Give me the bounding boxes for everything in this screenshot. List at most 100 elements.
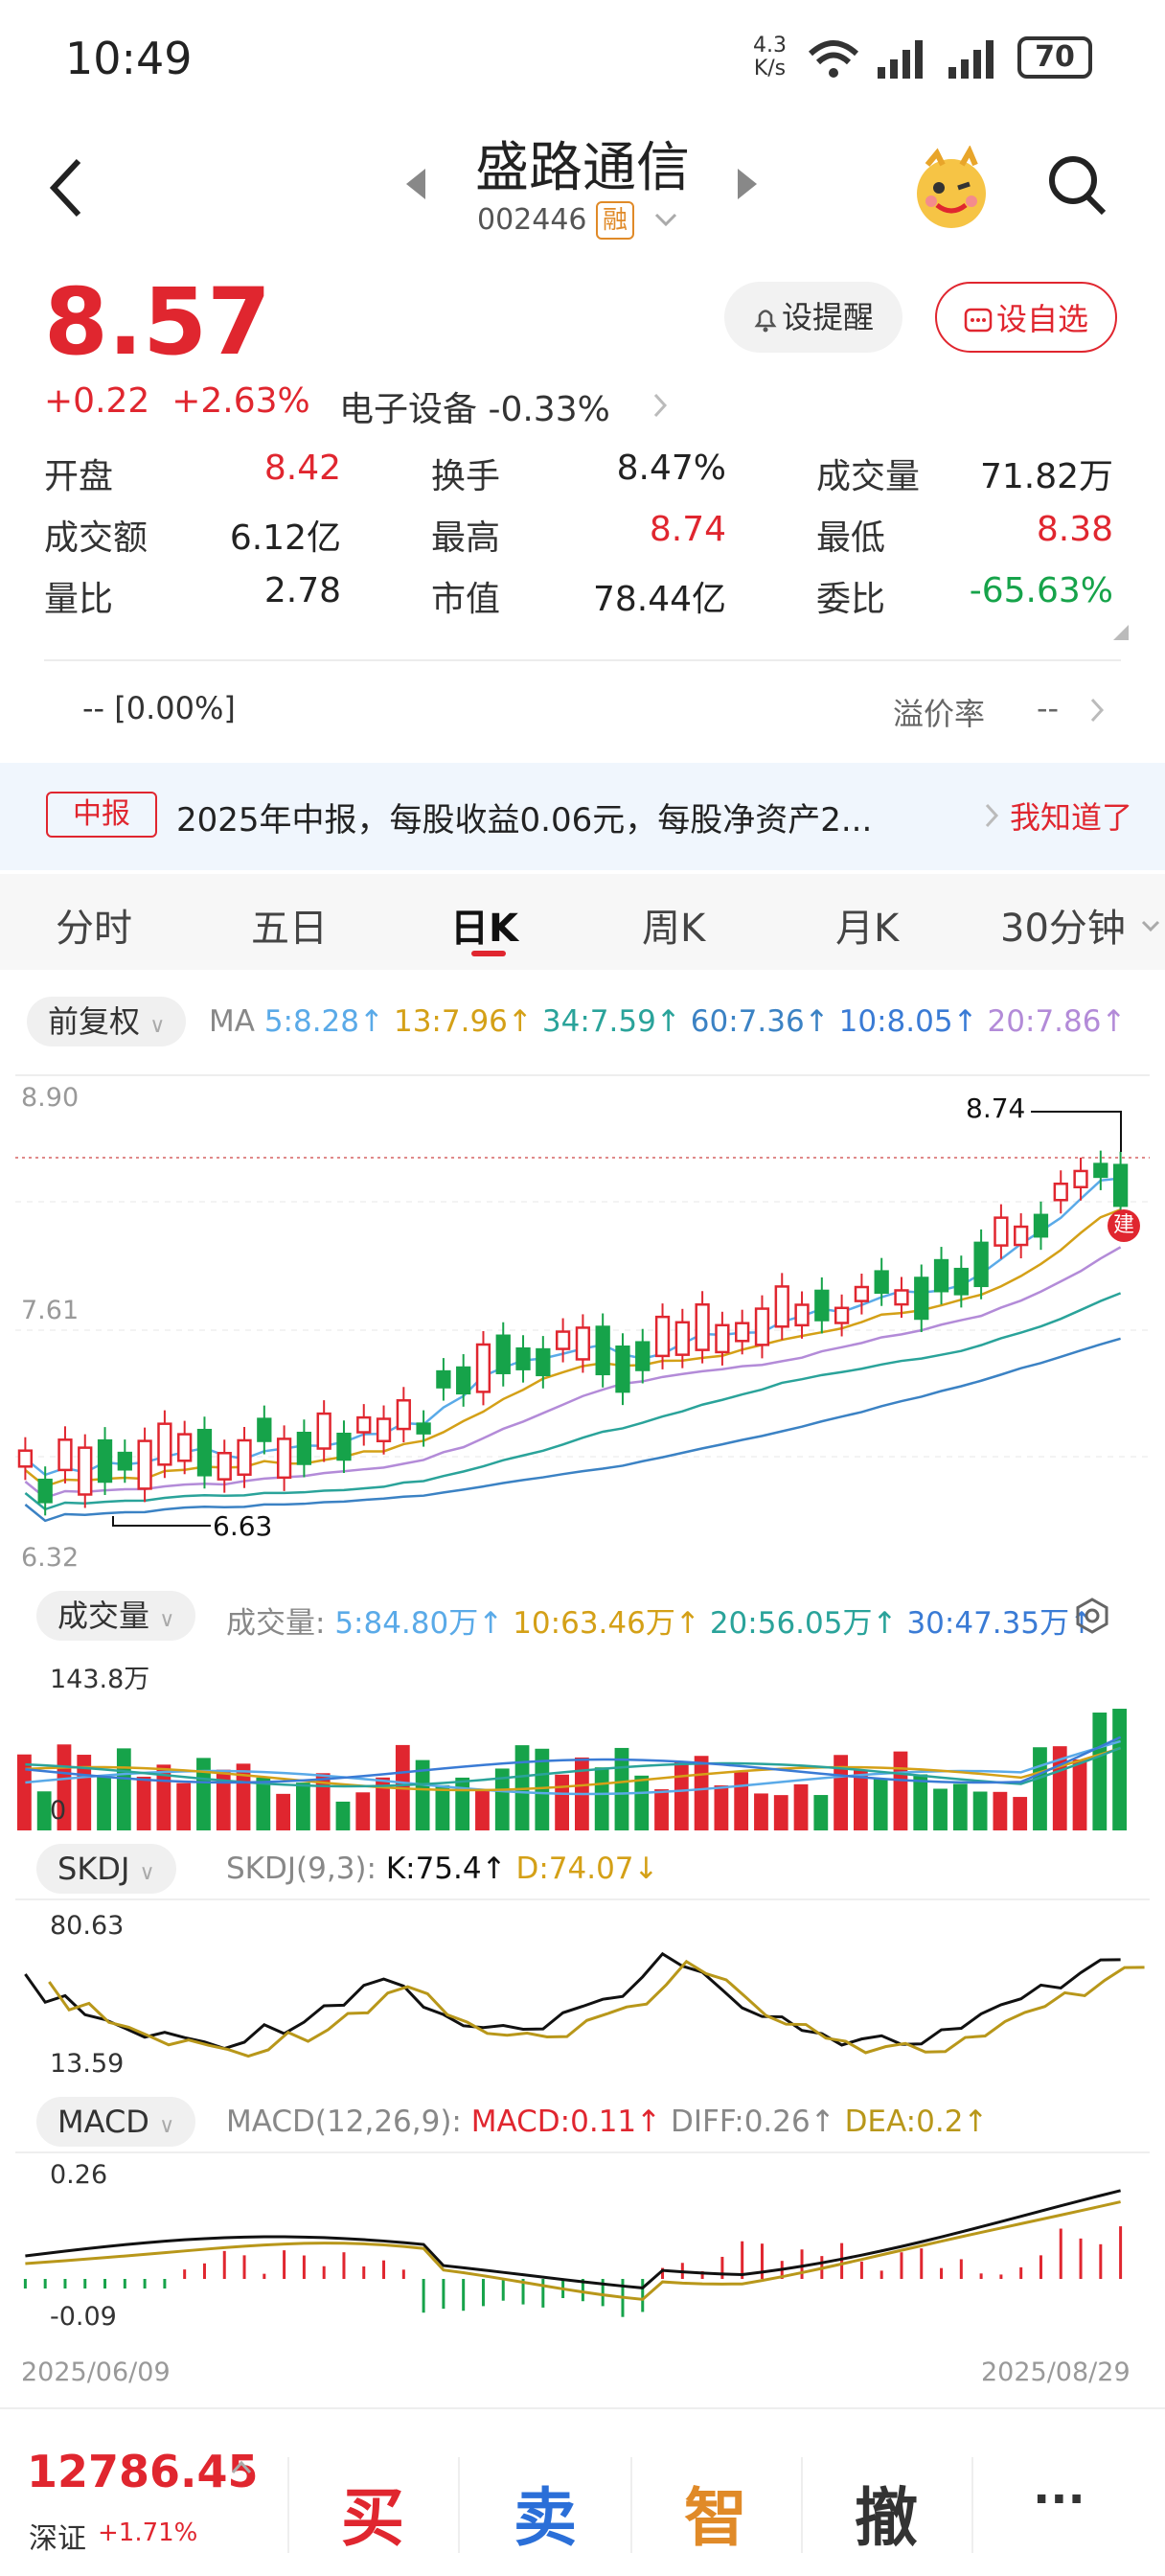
bell-icon (754, 310, 777, 333)
volume-bar (97, 1776, 111, 1830)
candle (894, 1289, 909, 1306)
macd-bar (163, 2279, 167, 2288)
expand-corner-icon[interactable] (1111, 623, 1131, 642)
kline-chart[interactable] (0, 1066, 1165, 1574)
macd-bar (63, 2279, 67, 2288)
candle (78, 1446, 93, 1496)
change-value: +0.22 (44, 381, 150, 421)
cancel-order-button[interactable]: 撤 (855, 2467, 918, 2559)
chevron-right-icon[interactable] (651, 391, 671, 420)
chevron-down-icon: ∨ (159, 1608, 175, 1632)
diff-value: DIFF:0.26↑ (670, 2104, 835, 2139)
macd-title: MACD(12,26,9): (226, 2104, 462, 2139)
candle (157, 1422, 172, 1466)
tab-5[interactable]: 30分钟 (1000, 897, 1126, 953)
candle (595, 1325, 610, 1376)
dismiss-notice-button[interactable]: 我知道了 (1010, 794, 1132, 838)
macd-bar (999, 2274, 1003, 2279)
stock-header: 盛路通信 002446 融 (0, 125, 1165, 259)
stock-code: 002446 (477, 203, 587, 237)
macd-bar (401, 2269, 405, 2279)
add-watchlist-label: 设自选 (995, 301, 1088, 337)
next-stock-icon[interactable] (734, 165, 761, 203)
more-button[interactable]: ··· (1033, 2472, 1085, 2526)
volume-bar (475, 1789, 490, 1830)
index-value[interactable]: 12786.45 (27, 2446, 259, 2497)
candle (715, 1323, 730, 1354)
notice-banner[interactable]: 中报 2025年中报，每股收益0.06元，每股净资产2... 我知道了 (0, 763, 1165, 870)
macd-bar (501, 2279, 505, 2301)
volume-bar (335, 1801, 351, 1830)
quote-value: 8.42 (263, 448, 341, 488)
volume-chart[interactable] (0, 1648, 1165, 1832)
volume-bar (1092, 1713, 1108, 1830)
set-alert-button[interactable]: 设提醒 (724, 282, 902, 353)
tab-0[interactable]: 分时 (56, 897, 132, 953)
high-marker-line (1031, 1111, 1122, 1152)
chevron-down-icon: ∨ (149, 1014, 166, 1038)
adjust-select[interactable]: 前复权 ∨ (27, 997, 187, 1046)
candle (196, 1428, 213, 1477)
candle (495, 1334, 511, 1374)
candle (117, 1451, 132, 1471)
build-position-badge[interactable]: 建 (1108, 1209, 1140, 1242)
sector-link[interactable]: 电子设备 -0.33% (339, 381, 610, 431)
legend-item: 13:7.96↑ (393, 1004, 533, 1039)
candle (695, 1302, 710, 1351)
mascot-icon[interactable] (908, 146, 994, 232)
sell-button[interactable]: 卖 (514, 2467, 577, 2559)
low-price-label: 6.63 (213, 1510, 273, 1542)
candle (396, 1399, 411, 1431)
settings-icon[interactable] (1073, 1597, 1111, 1635)
macd-select[interactable]: MACD ∨ (36, 2097, 196, 2147)
macd-bar (422, 2279, 425, 2313)
macd-bar (979, 2273, 983, 2279)
volume-bar (296, 1782, 310, 1830)
buy-button[interactable]: 买 (341, 2467, 404, 2559)
volume-bar (754, 1793, 768, 1830)
volume-bar (17, 1754, 32, 1830)
chevron-right-icon (985, 803, 999, 828)
tab-3[interactable]: 周K (642, 897, 705, 953)
volume-bar (854, 1769, 868, 1830)
volume-bar (455, 1777, 470, 1830)
add-watchlist-button[interactable]: 设自选 (935, 282, 1117, 353)
quote-value: -65.63% (969, 571, 1113, 610)
divider (44, 659, 1121, 661)
date-end: 2025/08/29 (981, 2358, 1131, 2387)
volume-bar (1072, 1759, 1087, 1830)
tab-more-icon[interactable] (1140, 918, 1161, 933)
chevron-down-icon[interactable] (653, 211, 678, 230)
macd-bar (720, 2256, 724, 2279)
chevron-up-icon[interactable] (230, 2459, 253, 2476)
volume-select[interactable]: 成交量 ∨ (36, 1591, 196, 1641)
candle (515, 1346, 531, 1370)
macd-bar (183, 2269, 187, 2279)
premium-label: 溢价率 (893, 696, 986, 732)
candle (774, 1285, 789, 1328)
smart-button[interactable]: 智 (684, 2467, 747, 2559)
ma-legend: MA 5:8.28↑ 13:7.96↑ 34:7.59↑ 60:7.36↑ 10:8.0… (209, 1004, 1135, 1039)
tab-1[interactable]: 五日 (251, 897, 328, 953)
search-icon[interactable] (1046, 153, 1109, 220)
candle (97, 1438, 113, 1484)
skdj-k-line (24, 1951, 1121, 2051)
candle (1093, 1162, 1108, 1179)
tab-2[interactable]: 日K (450, 897, 518, 953)
macd-y-bottom: -0.09 (50, 2302, 117, 2332)
volume-bar (813, 1795, 829, 1830)
signal-icon-2 (948, 40, 994, 79)
margin-badge: 融 (596, 201, 634, 240)
tab-4[interactable]: 月K (835, 897, 899, 953)
chevron-right-icon[interactable] (1088, 696, 1106, 724)
candle (1073, 1169, 1088, 1188)
skdj-select[interactable]: SKDJ ∨ (36, 1844, 176, 1894)
candle (237, 1438, 252, 1476)
volume-bar (734, 1772, 749, 1830)
legend-item: 10:8.05↑ (838, 1004, 978, 1039)
date-start: 2025/06/09 (21, 2358, 171, 2387)
macd-chart[interactable] (0, 2150, 1165, 2336)
candle (316, 1412, 331, 1450)
skdj-chart[interactable] (0, 1898, 1165, 2089)
quote-value: 78.44亿 (592, 580, 726, 619)
